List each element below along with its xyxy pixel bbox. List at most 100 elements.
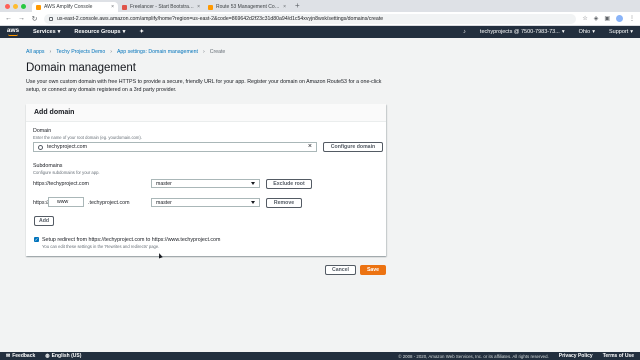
subdomain-suffix: .techyproject.com <box>88 200 130 206</box>
add-domain-panel: Add domain Domain Enter the name of your… <box>26 104 386 256</box>
cancel-button[interactable]: Cancel <box>325 265 356 275</box>
region-menu[interactable]: Ohio ▾ <box>572 29 602 35</box>
close-tab-icon[interactable]: × <box>197 4 200 10</box>
search-icon <box>38 144 43 150</box>
redirect-hint: You can edit these settings in the 'Rewr… <box>42 244 160 249</box>
maximize-window-icon[interactable] <box>21 4 26 9</box>
forward-icon[interactable]: → <box>18 15 25 22</box>
breadcrumb-app[interactable]: Techy Projects Demo <box>56 49 105 55</box>
account-menu[interactable]: techyprojects @ 7500-7983-73... ▾ <box>473 29 572 35</box>
caret-down-icon <box>251 201 255 204</box>
page-description: Use your own custom domain with free HTT… <box>26 79 382 93</box>
tab-label: AWS Amplify Console <box>44 4 93 10</box>
caret-down-icon: ▾ <box>630 29 633 35</box>
clear-icon[interactable]: × <box>308 143 312 150</box>
language-label: English (US) <box>51 353 82 359</box>
url-text: us-east-2.console.aws.amazon.com/amplify… <box>57 15 384 22</box>
close-tab-icon[interactable]: × <box>283 4 286 10</box>
subdomain-input[interactable]: www <box>48 197 84 207</box>
caret-down-icon: ▾ <box>592 29 595 35</box>
exclude-root-button[interactable]: Exclude root <box>266 179 312 189</box>
subdomain-prefix: https:// <box>33 200 49 206</box>
domain-label: Domain <box>33 128 52 134</box>
redirect-checkbox[interactable]: ✓ <box>34 237 39 242</box>
support-menu[interactable]: Support ▾ <box>602 29 640 35</box>
lock-icon[interactable] <box>49 16 53 21</box>
aws-smile-icon <box>8 34 18 36</box>
caret-down-icon: ▾ <box>561 29 565 35</box>
tab-label: Route 53 Management Console <box>216 4 281 10</box>
domain-input-value: techyproject.com <box>47 144 88 150</box>
copyright-text: © 2008 - 2020, Amazon Web Services, Inc.… <box>398 353 549 359</box>
branch-select-value: master <box>156 199 172 206</box>
pin-icon[interactable]: ✦ <box>132 29 151 35</box>
domain-input[interactable]: techyproject.com × <box>33 142 317 152</box>
breadcrumb: All apps › Techy Projects Demo › App set… <box>26 49 225 55</box>
breadcrumb-domain-management[interactable]: App settings: Domain management <box>117 49 198 55</box>
services-menu[interactable]: Services ▾ <box>26 29 67 35</box>
account-label: techyprojects @ 7500-7983-73... <box>479 29 560 35</box>
caret-down-icon <box>251 182 255 185</box>
support-label: Support <box>608 29 629 35</box>
extension-icon[interactable]: ▣ <box>604 15 610 22</box>
root-domain-url: https://techyproject.com <box>33 181 89 187</box>
browser-tab-bar: AWS Amplify Console × Freelancer - Start… <box>0 0 640 12</box>
panel-header: Add domain <box>26 104 386 122</box>
caret-down-icon: ▾ <box>57 29 61 35</box>
feedback-icon: ✉ <box>6 353 11 359</box>
bootstrap-favicon-icon <box>122 4 127 10</box>
aws-logo-text: aws <box>6 27 20 34</box>
page-title: Domain management <box>26 62 136 74</box>
aws-nav-right: ♪ techyprojects @ 7500-7983-73... ▾ Ohio… <box>456 29 640 35</box>
browser-tab-route53[interactable]: Route 53 Management Console × <box>204 2 290 12</box>
chevron-right-icon: › <box>202 49 205 55</box>
caret-down-icon: ▾ <box>122 29 126 35</box>
add-subdomain-button[interactable]: Add <box>34 216 54 226</box>
aws-logo[interactable]: aws <box>0 27 26 36</box>
configure-domain-button[interactable]: Configure domain <box>323 142 383 152</box>
remove-subdomain-button[interactable]: Remove <box>266 198 302 208</box>
new-tab-icon[interactable]: + <box>290 1 300 12</box>
browser-tab-freelancer[interactable]: Freelancer - Start Bootstrap Th × <box>118 2 204 12</box>
branch-select-www[interactable]: master <box>151 198 260 207</box>
feedback-link[interactable]: ✉ Feedback <box>6 353 35 359</box>
browser-toolbar-right: ☆ ◈ ▣ ⋮ <box>582 15 635 22</box>
resource-groups-menu[interactable]: Resource Groups ▾ <box>67 29 132 35</box>
back-icon[interactable]: ← <box>5 15 12 22</box>
redirect-label: Setup redirect from https://techyproject… <box>42 237 221 243</box>
reload-icon[interactable]: ↻ <box>31 15 38 23</box>
close-tab-icon[interactable]: × <box>111 4 114 10</box>
subdomains-hint: Configure subdomains for your app. <box>33 170 100 175</box>
profile-avatar[interactable] <box>616 15 623 22</box>
aws-top-nav: aws Services ▾ Resource Groups ▾ ✦ ♪ tec… <box>0 26 640 38</box>
chevron-right-icon: › <box>110 49 112 55</box>
menu-icon[interactable]: ⋮ <box>629 15 635 22</box>
save-button[interactable]: Save <box>360 265 386 275</box>
amplify-favicon-icon <box>36 4 41 10</box>
feedback-label: Feedback <box>12 353 36 359</box>
branch-select-root[interactable]: master <box>151 179 260 188</box>
url-field[interactable]: us-east-2.console.aws.amazon.com/amplify… <box>44 13 577 24</box>
breadcrumb-all-apps[interactable]: All apps <box>26 49 44 55</box>
route53-favicon-icon <box>208 4 213 10</box>
region-label: Ohio <box>578 29 591 35</box>
globe-icon: ◍ <box>45 353 50 359</box>
close-window-icon[interactable] <box>5 4 10 9</box>
address-bar-row: ← → ↻ us-east-2.console.aws.amazon.com/a… <box>0 12 640 26</box>
subdomain-input-value: www <box>57 199 69 205</box>
privacy-policy-link[interactable]: Privacy Policy <box>559 353 593 359</box>
breadcrumb-current: Create <box>209 49 226 55</box>
browser-tab-amplify[interactable]: AWS Amplify Console × <box>32 2 118 12</box>
domain-hint: Enter the name of your root domain (eg. … <box>33 135 142 140</box>
minimize-window-icon[interactable] <box>13 4 18 9</box>
chevron-right-icon: › <box>49 49 52 55</box>
terms-of-use-link[interactable]: Terms of Use <box>603 353 634 359</box>
tab-label: Freelancer - Start Bootstrap Th <box>130 4 195 10</box>
resource-groups-label: Resource Groups <box>74 29 121 35</box>
notifications-bell-icon[interactable]: ♪ <box>456 29 473 35</box>
window-controls <box>0 4 32 12</box>
language-selector[interactable]: ◍ English (US) <box>45 353 81 359</box>
branch-select-value: master <box>156 180 172 187</box>
bookmark-star-icon[interactable]: ☆ <box>582 15 587 22</box>
extension-icon[interactable]: ◈ <box>594 15 599 22</box>
